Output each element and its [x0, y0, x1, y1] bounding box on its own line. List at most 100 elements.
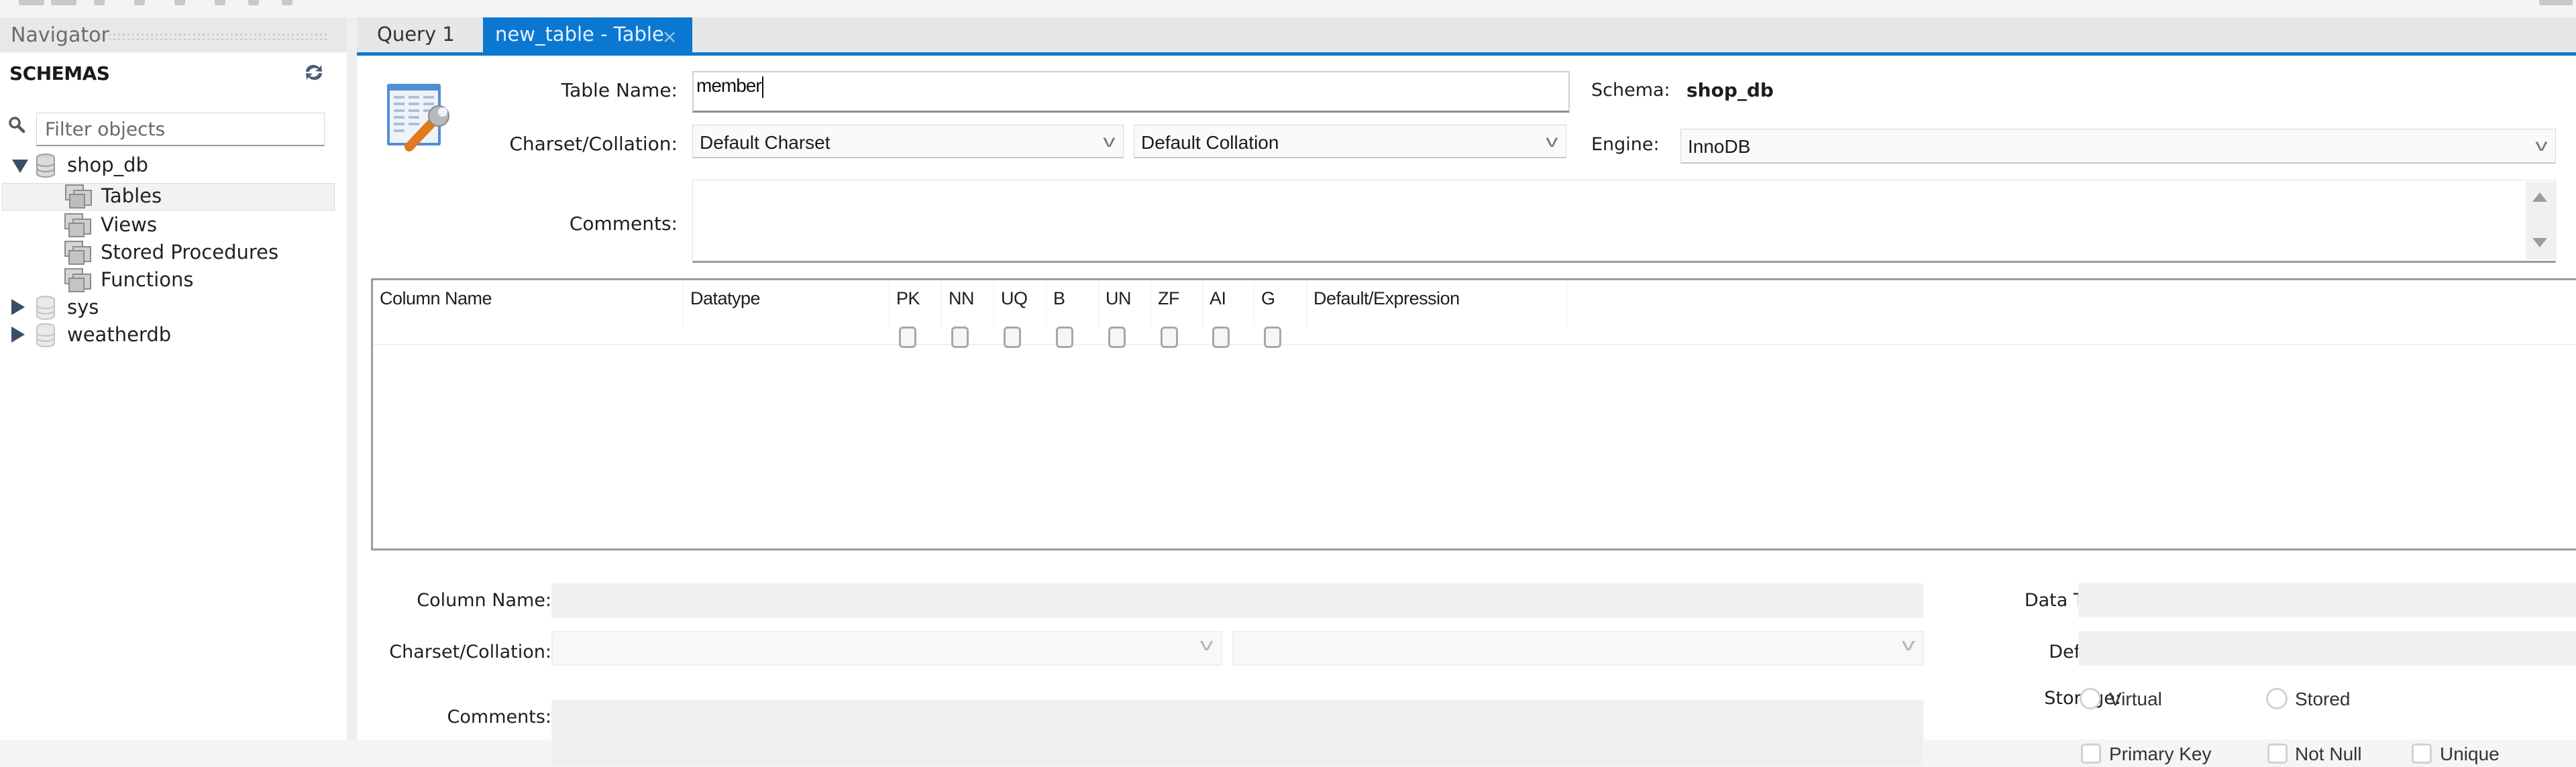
tree-item-label: Views	[101, 213, 157, 236]
tree-item-shop-db[interactable]: shop_db	[0, 152, 347, 179]
column-header-nn[interactable]: NN	[942, 280, 994, 327]
storage-option-label: Virtual	[2109, 689, 2162, 709]
tree-item-label: Stored Procedures	[101, 241, 279, 263]
column-header-default-expression[interactable]: Default/Expression	[1307, 280, 1567, 327]
nn-all-checkbox[interactable]	[951, 327, 969, 348]
navigator-panel: Navigator SCHEMAS shop_db Tables	[0, 17, 347, 740]
scroll-up-icon[interactable]	[2532, 192, 2547, 202]
chevron-down-icon: v	[1103, 131, 1116, 151]
zf-all-checkbox[interactable]	[1161, 327, 1178, 348]
scroll-down-icon[interactable]	[2532, 238, 2547, 247]
ai-all-checkbox[interactable]	[1212, 327, 1230, 348]
tree-item-views[interactable]: Views	[0, 211, 347, 239]
collapse-arrow-icon[interactable]	[12, 160, 28, 173]
tree-item-label: weatherdb	[67, 323, 172, 346]
column-charset-label: Charset/Collation:	[389, 642, 551, 662]
toolbar-icon[interactable]	[2539, 0, 2573, 5]
g-all-checkbox[interactable]	[1264, 327, 1281, 348]
flag-option-label: Primary Key	[2109, 744, 2212, 764]
tables-folder-icon	[65, 184, 92, 209]
database-icon	[36, 154, 55, 178]
toolbar-icon[interactable]	[19, 0, 44, 5]
database-icon	[36, 296, 55, 320]
column-comments-textarea[interactable]	[551, 700, 1924, 767]
chevron-down-icon: v	[1546, 131, 1558, 151]
column-header-pk[interactable]: PK	[890, 280, 942, 327]
column-header-datatype[interactable]: Datatype	[684, 280, 890, 327]
navigator-header: Navigator	[0, 17, 347, 52]
navigator-title: Navigator	[11, 23, 109, 47]
tree-item-functions[interactable]: Functions	[0, 266, 347, 294]
tree-item-weatherdb[interactable]: weatherdb	[0, 321, 347, 349]
column-header-g[interactable]: G	[1254, 280, 1307, 327]
uq-all-checkbox[interactable]	[1004, 327, 1021, 348]
tree-item-label: sys	[67, 296, 99, 318]
column-header-uq[interactable]: UQ	[994, 280, 1046, 327]
close-tab-icon[interactable]: ×	[662, 25, 678, 48]
functions-folder-icon	[64, 268, 91, 292]
toolbar-icon[interactable]	[134, 0, 145, 5]
column-collation-select[interactable]: v	[1232, 631, 1924, 666]
table-name-input[interactable]: member	[692, 71, 1570, 113]
schemas-heading: SCHEMAS	[9, 62, 110, 84]
database-icon	[36, 323, 55, 347]
b-all-checkbox[interactable]	[1056, 327, 1073, 348]
charset-value: Default Charset	[700, 132, 830, 153]
column-header-column-name[interactable]: Column Name	[373, 280, 684, 327]
schema-label: Schema:	[1591, 80, 1670, 101]
toolbar-icon[interactable]	[174, 0, 185, 5]
tab-label: Query 1	[377, 23, 455, 46]
toolbar-icon[interactable]	[94, 0, 105, 5]
toolbar-icon[interactable]	[282, 0, 292, 5]
tab-query-1[interactable]: Query 1	[365, 17, 482, 52]
table-name-label: Table Name:	[561, 79, 678, 101]
comments-scrollbar[interactable]	[2526, 182, 2555, 259]
toolbar-icon[interactable]	[215, 0, 225, 5]
schema-value: shop_db	[1686, 79, 1774, 101]
expand-arrow-icon[interactable]	[11, 327, 25, 343]
columns-grid[interactable]: Column Name Datatype PK NN UQ B UN ZF AI…	[371, 278, 2576, 550]
primary-key-checkbox[interactable]	[2081, 744, 2101, 764]
toolbar-icon[interactable]	[51, 0, 76, 5]
column-header-zf[interactable]: ZF	[1151, 280, 1203, 327]
default-input[interactable]	[2078, 631, 2576, 666]
toolbar-icon[interactable]	[248, 0, 259, 5]
panel-drag-handle[interactable]	[98, 32, 329, 42]
charset-select[interactable]: Default Charset v	[692, 125, 1124, 158]
storage-stored-radio[interactable]	[2266, 688, 2288, 709]
panel-splitter[interactable]	[347, 17, 357, 740]
column-charset-select[interactable]: v	[551, 631, 1222, 666]
un-all-checkbox[interactable]	[1108, 327, 1126, 348]
comments-label: Comments:	[569, 213, 678, 235]
column-header-b[interactable]: B	[1046, 280, 1099, 327]
column-name-input[interactable]	[551, 583, 1924, 618]
active-tab-indicator	[357, 52, 2576, 56]
column-header-un[interactable]: UN	[1099, 280, 1151, 327]
tree-item-label: Tables	[101, 184, 162, 207]
data-type-input[interactable]	[2078, 583, 2576, 617]
collation-select[interactable]: Default Collation v	[1134, 125, 1566, 158]
chevron-down-icon: v	[2535, 135, 2548, 155]
main-toolbar	[0, 0, 2576, 16]
views-folder-icon	[64, 213, 91, 237]
tree-item-tables[interactable]: Tables	[2, 183, 335, 211]
unique-checkbox[interactable]	[2412, 744, 2432, 764]
tree-item-stored-procedures[interactable]: Stored Procedures	[0, 239, 347, 266]
filter-objects-input[interactable]	[36, 113, 325, 146]
pk-all-checkbox[interactable]	[899, 327, 916, 348]
storage-virtual-radio[interactable]	[2080, 688, 2101, 709]
flag-option-label: Not Null	[2295, 744, 2362, 764]
refresh-icon[interactable]	[303, 63, 325, 82]
expand-arrow-icon[interactable]	[11, 299, 25, 315]
procedures-folder-icon	[64, 241, 91, 265]
tree-item-sys[interactable]: sys	[0, 294, 347, 321]
engine-label: Engine:	[1591, 134, 1660, 155]
engine-value: InnoDB	[1688, 136, 1751, 157]
tab-new-table[interactable]: new_table - Table ×	[483, 17, 692, 52]
column-header-ai[interactable]: AI	[1203, 280, 1254, 327]
engine-select[interactable]: InnoDB v	[1680, 129, 2556, 164]
table-comments-textarea[interactable]	[692, 180, 2556, 263]
text-caret	[762, 76, 763, 98]
not-null-checkbox[interactable]	[2267, 744, 2288, 764]
table-editor-icon	[387, 84, 449, 152]
